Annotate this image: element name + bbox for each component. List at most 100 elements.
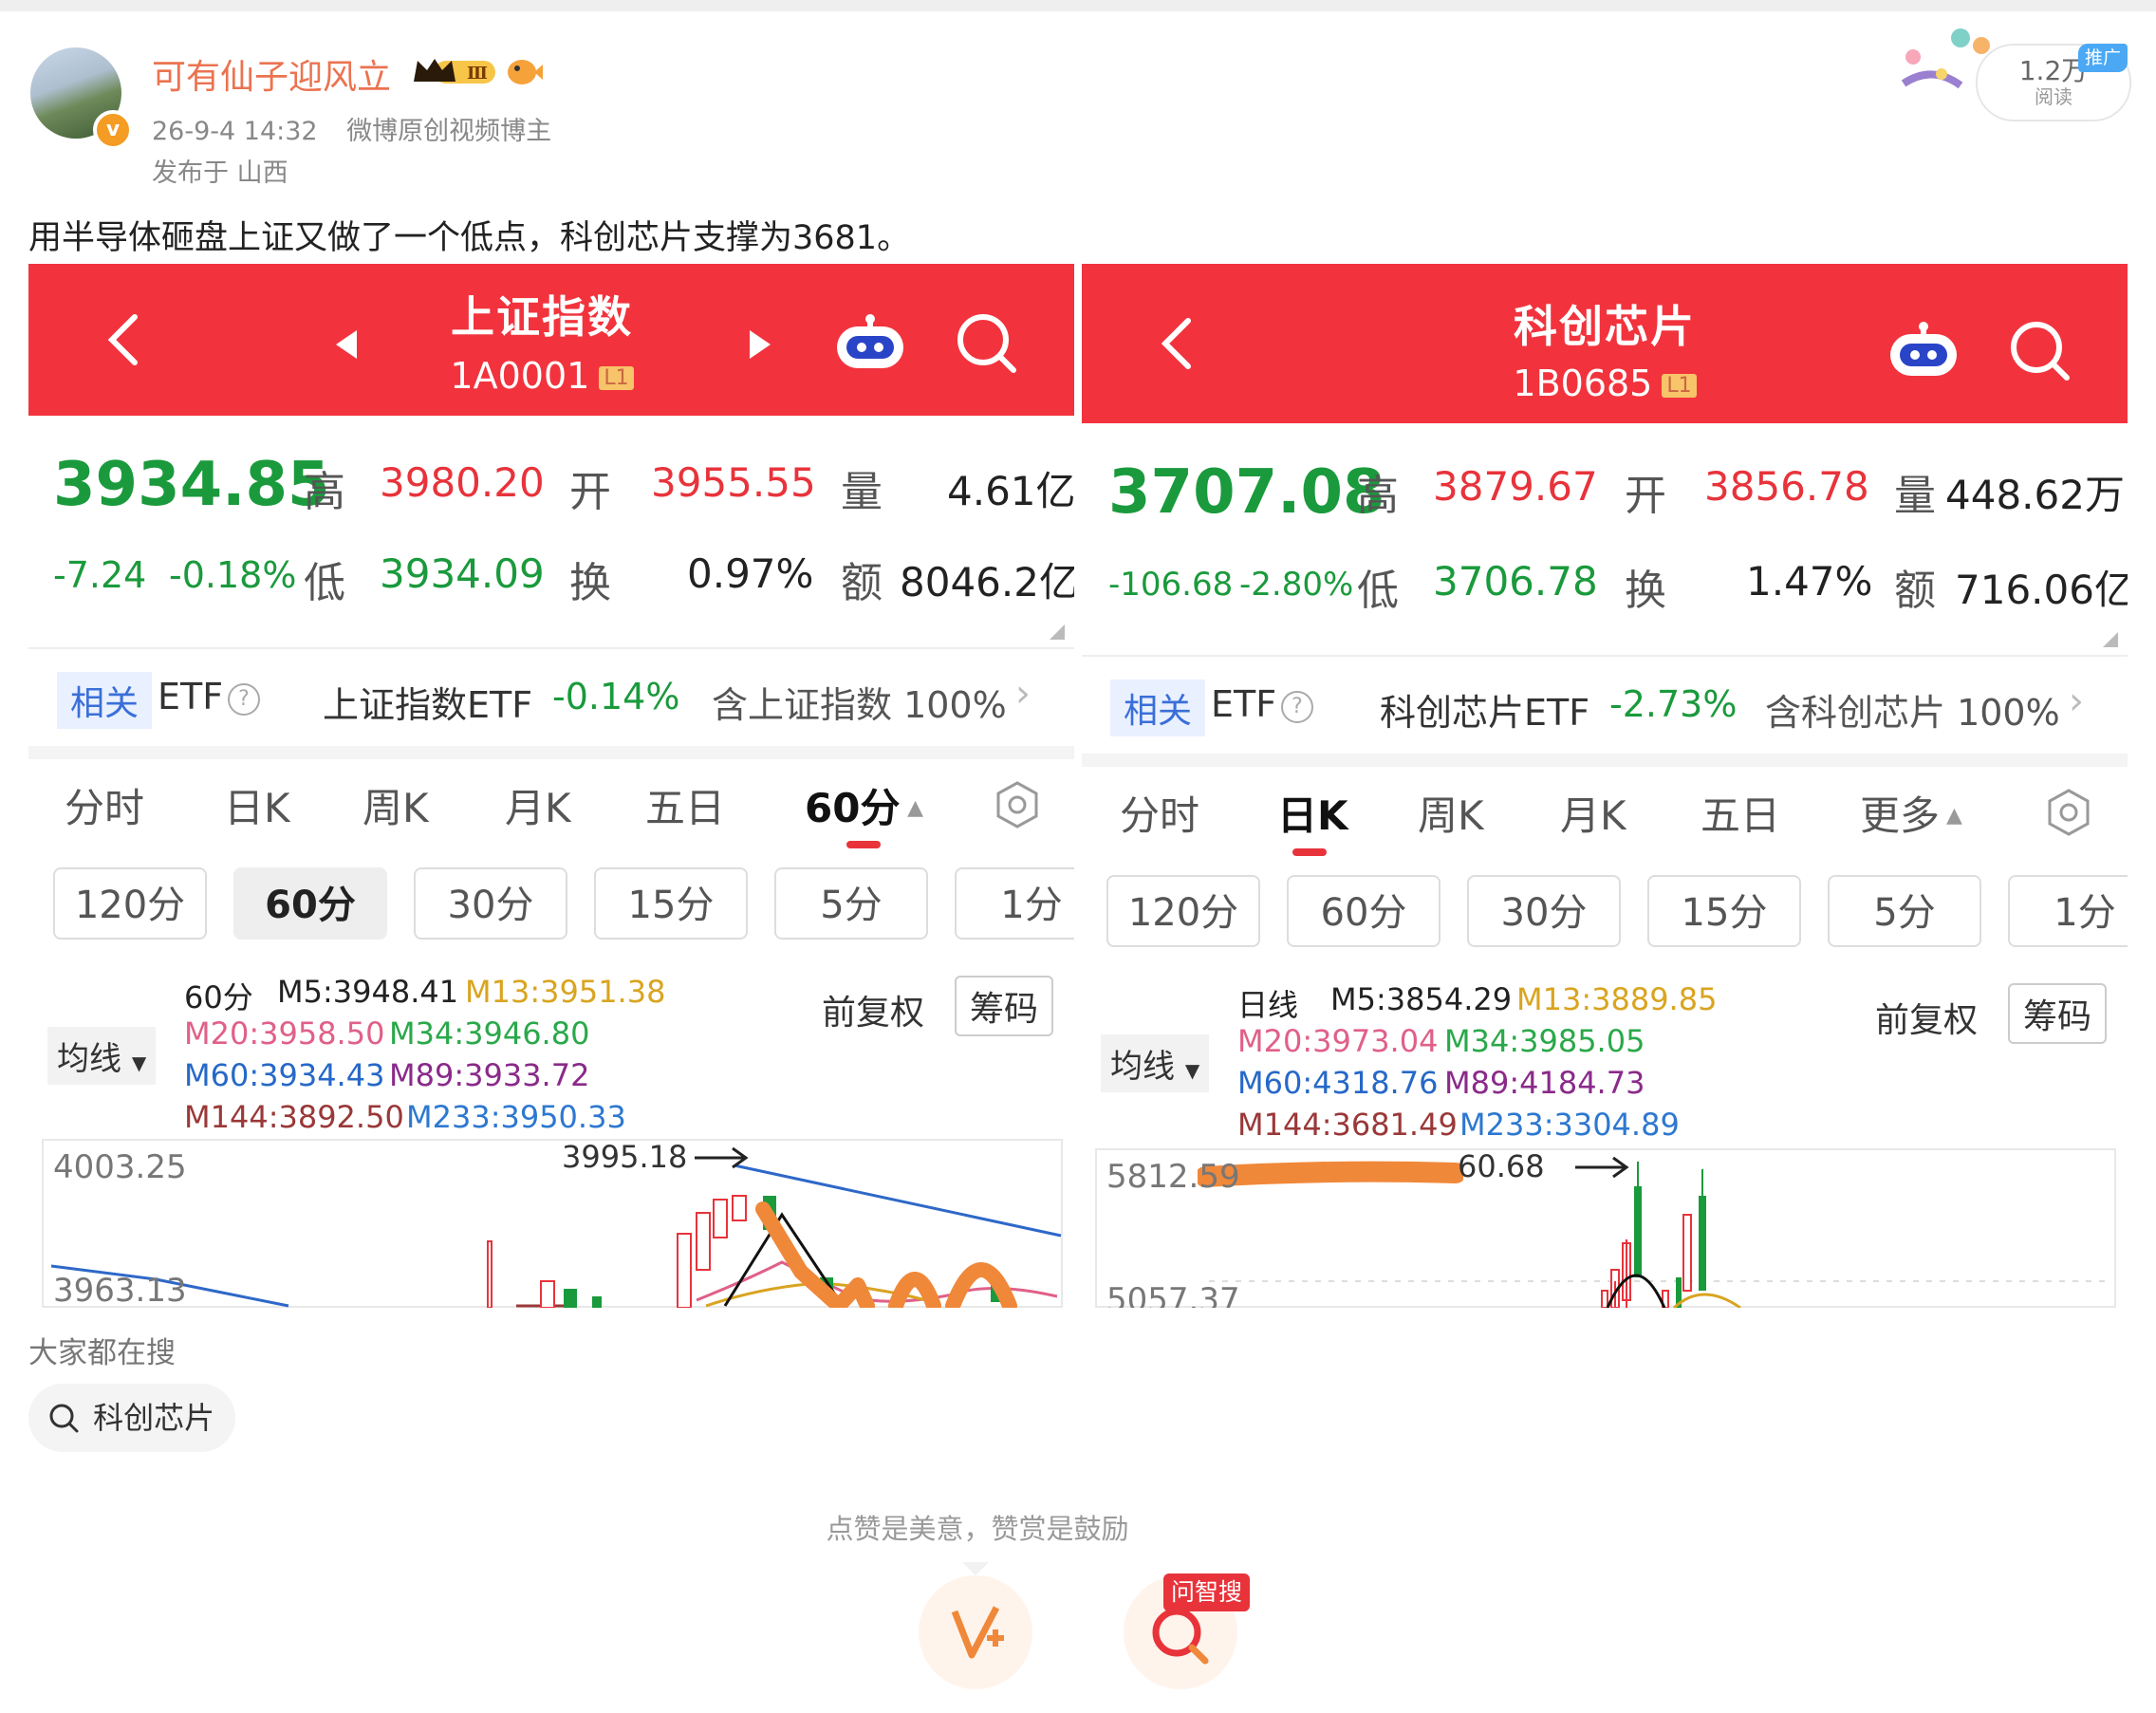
chips-button[interactable]: 筹码 xyxy=(2008,983,2108,1044)
expand-corner-icon[interactable] xyxy=(2103,632,2118,647)
help-icon[interactable]: ? xyxy=(1281,691,1313,723)
ma-dropdown-label: 均线 xyxy=(57,1040,121,1078)
peak-label: 60.68 xyxy=(1458,1148,1545,1184)
etf-word: ETF xyxy=(158,676,224,717)
ma-m13: M13:3889.85 xyxy=(1516,981,1718,1017)
tab-more-label: 更多 xyxy=(1860,792,1941,839)
high-label: 高 xyxy=(304,468,345,516)
etf-tag: 相关 xyxy=(1110,680,1206,736)
tab-week-k[interactable]: 周K xyxy=(362,776,429,834)
etf-name: 科创芯片ETF xyxy=(1380,692,1590,734)
post-timestamp: 26-9-4 14:32 xyxy=(152,117,318,146)
interval-30min[interactable]: 30分 xyxy=(414,867,567,940)
volume-label: 量 xyxy=(841,468,883,516)
tab-week-k[interactable]: 周K xyxy=(1418,784,1484,842)
tab-day-k[interactable]: 日K xyxy=(1277,784,1348,842)
amount-value: 716.06亿 xyxy=(1955,567,2128,613)
search-icon xyxy=(49,1404,79,1433)
price-change-pct: -2.80% xyxy=(1239,566,1354,604)
help-icon[interactable]: ? xyxy=(228,683,260,716)
ma-m233: M233:3950.33 xyxy=(406,1099,626,1135)
period-tabs: 分时 日K 周K 月K 五日 60分 ▲ xyxy=(28,767,1074,852)
search-icon[interactable] xyxy=(953,309,1019,376)
high-value: 3879.67 xyxy=(1433,463,1598,510)
promo-badge[interactable]: 推广 xyxy=(2078,44,2128,72)
expand-corner-icon[interactable] xyxy=(1050,624,1065,640)
interval-120min[interactable]: 120分 xyxy=(53,867,207,940)
interval-15min[interactable]: 15分 xyxy=(1647,875,1801,947)
tab-month-k[interactable]: 月K xyxy=(1560,784,1626,842)
settings-icon[interactable] xyxy=(993,780,1042,829)
next-stock-icon[interactable] xyxy=(748,328,772,361)
tab-60min-label: 60分 xyxy=(805,785,901,831)
robot-assistant-icon[interactable] xyxy=(1885,321,1962,380)
search-icon[interactable] xyxy=(2006,317,2072,383)
interval-selector: 120分 60分 30分 15分 5分 1分 xyxy=(28,867,1074,953)
axis-top-label: 5812.59 xyxy=(1106,1158,1240,1196)
hot-search-title: 大家都在搜 xyxy=(28,1336,176,1370)
ma-m144: M144:3681.49 xyxy=(1237,1107,1458,1143)
ma-m144: M144:3892.50 xyxy=(184,1099,404,1135)
ma-dropdown[interactable]: 均线 ▼ xyxy=(1101,1034,1210,1092)
divider xyxy=(28,647,1074,649)
tab-60min[interactable]: 60分 ▲ xyxy=(805,776,923,834)
interval-1min[interactable]: 1分 xyxy=(2008,875,2128,947)
tab-more[interactable]: 更多 ▲ xyxy=(1860,784,1962,842)
hot-search-chip[interactable]: 科创芯片 xyxy=(28,1384,236,1452)
active-tab-underline xyxy=(846,841,881,848)
tab-fenshi[interactable]: 分时 xyxy=(65,776,144,834)
interval-selector: 120分 60分 30分 15分 5分 1分 xyxy=(1082,875,2128,960)
candlestick-chart[interactable] xyxy=(42,1139,1063,1308)
post-text: 用半导体砸盘上证又做了一个低点，科创芯片支撑为3681。 xyxy=(28,219,911,257)
interval-15min[interactable]: 15分 xyxy=(594,867,748,940)
ma-m34: M34:3946.80 xyxy=(389,1015,590,1052)
post-location: 发布于 山西 xyxy=(152,158,288,188)
active-tab-underline xyxy=(1292,848,1327,856)
adjust-option[interactable]: 前复权 xyxy=(822,985,924,1034)
ma-m5: M5:3854.29 xyxy=(1330,981,1513,1017)
username[interactable]: 可有仙子迎风立 xyxy=(152,49,391,99)
tab-fenshi[interactable]: 分时 xyxy=(1120,784,1199,842)
related-etf-row[interactable]: 相关 ETF ? 上证指数ETF -0.14% 含上证指数 100% › xyxy=(28,655,1074,750)
stock-header: 上证指数 1A0001 L1 xyxy=(28,264,1074,416)
tab-month-k[interactable]: 月K xyxy=(505,776,571,834)
related-etf-row[interactable]: 相关 ETF ? 科创芯片ETF -2.73% 含科创芯片 100% › xyxy=(1082,662,2128,757)
interval-60min[interactable]: 60分 xyxy=(233,867,387,940)
interval-5min[interactable]: 5分 xyxy=(774,867,928,940)
volume-value: 4.61亿 xyxy=(947,468,1074,514)
tab-five-day[interactable]: 五日 xyxy=(645,776,725,834)
caret-down-icon: ▼ xyxy=(1184,1059,1200,1082)
tab-five-day[interactable]: 五日 xyxy=(1701,784,1780,842)
volume-value: 448.62万 xyxy=(1945,472,2125,518)
adjust-option[interactable]: 前复权 xyxy=(1875,993,1978,1042)
interval-1min[interactable]: 1分 xyxy=(955,867,1074,940)
etf-word: ETF xyxy=(1211,683,1277,725)
stock-code: 1A0001 L1 xyxy=(28,355,1065,397)
turnover-value: 1.47% xyxy=(1746,558,1873,605)
ma-m60: M60:4318.76 xyxy=(1237,1065,1439,1101)
verified-badge-icon: v xyxy=(93,110,133,150)
settings-icon[interactable] xyxy=(2044,788,2093,837)
tip-pointer xyxy=(962,1562,989,1575)
axis-bottom-label: 5057.37 xyxy=(1106,1281,1240,1308)
robot-assistant-icon[interactable] xyxy=(831,313,909,372)
open-value: 3955.55 xyxy=(651,459,816,506)
tab-day-k[interactable]: 日K xyxy=(224,776,290,834)
ma-m34: M34:3985.05 xyxy=(1444,1023,1645,1059)
chips-button[interactable]: 筹码 xyxy=(955,976,1054,1036)
ma-dropdown[interactable]: 均线 ▼ xyxy=(47,1027,157,1085)
section-gap xyxy=(1082,754,2128,767)
interval-60min[interactable]: 60分 xyxy=(1287,875,1440,947)
turnover-value: 0.97% xyxy=(687,550,814,597)
caret-up-icon: ▲ xyxy=(1940,804,1962,828)
level-badge: L1 xyxy=(1662,374,1697,398)
stock-panel-sh-index: 上证指数 1A0001 L1 3934.85 高 3980.20 开 3955.5… xyxy=(28,264,1074,1308)
ma-period: 日线 xyxy=(1237,987,1299,1023)
reward-button[interactable] xyxy=(919,1575,1032,1689)
price-change: -7.24 xyxy=(53,554,147,596)
open-label: 开 xyxy=(569,468,611,516)
interval-30min[interactable]: 30分 xyxy=(1467,875,1621,947)
ma-m13: M13:3951.38 xyxy=(465,974,666,1010)
interval-120min[interactable]: 120分 xyxy=(1106,875,1260,947)
interval-5min[interactable]: 5分 xyxy=(1828,875,1981,947)
